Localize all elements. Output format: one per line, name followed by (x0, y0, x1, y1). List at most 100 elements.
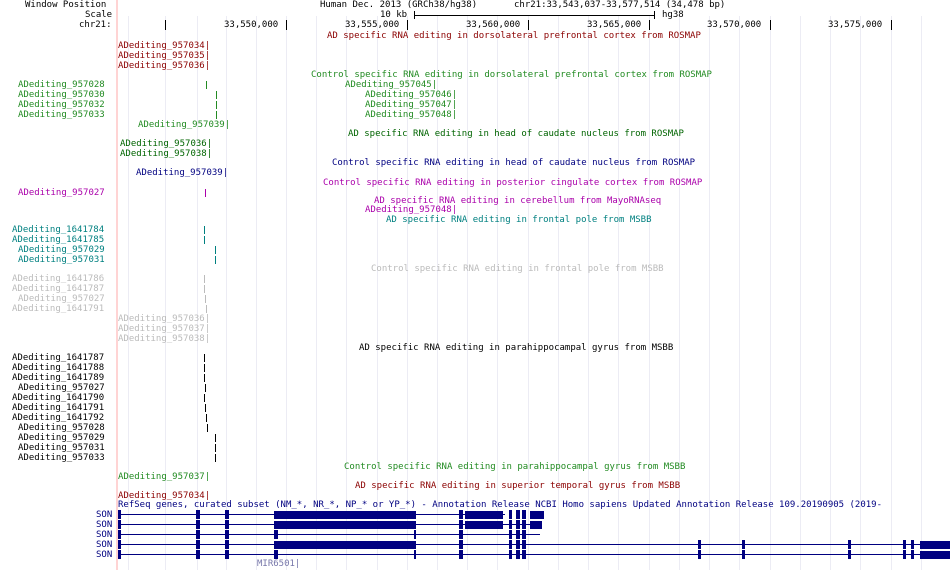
gene-exon[interactable] (516, 540, 520, 549)
gene-label[interactable]: SON (96, 550, 112, 560)
gene-exon[interactable] (920, 551, 950, 559)
gene-exon[interactable] (903, 540, 906, 549)
track-title-ctrl-frontal[interactable]: Control specific RNA editing in frontal … (371, 264, 664, 274)
editing-feature-mark[interactable] (204, 285, 205, 293)
gene-exon[interactable] (225, 530, 229, 539)
gene-exon[interactable] (118, 530, 121, 539)
editing-feature-mark[interactable] (205, 189, 206, 197)
editing-feature-label[interactable]: ADediting_1641791 (12, 403, 104, 413)
editing-feature-label[interactable]: ADediting_957027 (18, 383, 105, 393)
editing-feature-mark[interactable] (204, 394, 205, 402)
editing-feature-mark[interactable] (204, 226, 205, 234)
gene-exon[interactable] (742, 540, 745, 549)
editing-feature-label[interactable]: ADediting_957047| (365, 100, 457, 110)
editing-feature-label[interactable]: ADediting_957048| (365, 205, 457, 215)
editing-feature-mark[interactable] (216, 111, 217, 119)
editing-feature-label[interactable]: ADediting_957039| (138, 120, 230, 130)
editing-feature-label[interactable]: ADediting_957029 (18, 245, 105, 255)
editing-feature-mark[interactable] (205, 295, 206, 303)
editing-feature-mark[interactable] (215, 256, 216, 264)
gene-exon[interactable] (459, 550, 463, 559)
gene-exon[interactable] (522, 550, 526, 559)
editing-feature-label[interactable]: ADediting_957045| (345, 80, 437, 90)
track-title-ad-stg[interactable]: AD specific RNA editing in superior temp… (355, 481, 680, 491)
editing-feature-label[interactable]: ADediting_1641784 (12, 225, 104, 235)
gene-exon[interactable] (903, 550, 906, 559)
gene-exon[interactable] (225, 540, 229, 549)
editing-feature-mark[interactable] (207, 424, 208, 432)
editing-feature-label[interactable]: ADediting_1641790 (12, 393, 104, 403)
editing-feature-label[interactable]: ADediting_957033 (18, 110, 105, 120)
gene-exon[interactable] (516, 510, 520, 519)
gene-exon[interactable] (274, 521, 416, 529)
editing-feature-label[interactable]: ADediting_957037| (118, 472, 210, 482)
gene-exon[interactable] (196, 510, 200, 519)
track-title-ctrl-parahip[interactable]: Control specific RNA editing in parahipp… (344, 462, 685, 472)
gene-label[interactable]: SON (96, 520, 112, 530)
gene-exon[interactable] (848, 550, 851, 559)
editing-feature-label[interactable]: ADediting_957035| (118, 51, 210, 61)
editing-feature-mark[interactable] (215, 444, 216, 452)
gene-exon[interactable] (509, 540, 512, 549)
gene-exon[interactable] (516, 520, 520, 529)
editing-feature-mark[interactable] (206, 81, 207, 89)
gene-exon[interactable] (459, 530, 463, 539)
gene-exon[interactable] (196, 550, 200, 559)
gene-exon[interactable] (118, 510, 121, 519)
editing-feature-mark[interactable] (206, 414, 207, 422)
gene-exon[interactable] (274, 530, 278, 539)
editing-feature-label[interactable]: ADediting_1641791 (12, 304, 104, 314)
editing-feature-label[interactable]: ADediting_1641788 (12, 363, 104, 373)
editing-feature-mark[interactable] (216, 91, 217, 99)
gene-exon[interactable] (459, 540, 463, 549)
gene-label[interactable]: SON (96, 540, 112, 550)
gene-exon[interactable] (118, 520, 121, 529)
gene-exon[interactable] (698, 550, 701, 559)
track-title-ad-dlpfc[interactable]: AD specific RNA editing in dorsolateral … (327, 31, 701, 41)
gene-label[interactable]: SON (96, 510, 112, 520)
editing-feature-mark[interactable] (205, 384, 206, 392)
gene-exon[interactable] (522, 520, 526, 529)
gene-exon[interactable] (742, 550, 745, 559)
gene-exon[interactable] (920, 541, 950, 549)
editing-feature-label[interactable]: ADediting_957031 (18, 443, 105, 453)
editing-feature-label[interactable]: ADediting_1641787 (12, 284, 104, 294)
editing-feature-label[interactable]: ADediting_957034| (118, 41, 210, 51)
gene-intron-line[interactable] (118, 544, 950, 545)
gene-exon[interactable] (459, 520, 463, 529)
gene-exon[interactable] (196, 530, 200, 539)
track-title-ctrl-dlpfc[interactable]: Control specific RNA editing in dorsolat… (311, 70, 712, 80)
editing-feature-label[interactable]: ADediting_957029 (18, 433, 105, 443)
gene-exon[interactable] (698, 540, 701, 549)
gene-exon[interactable] (509, 550, 512, 559)
mirna-label[interactable]: MIR6501| (257, 559, 300, 569)
track-title-ad-frontal[interactable]: AD specific RNA editing in frontal pole … (386, 215, 652, 225)
gene-exon[interactable] (911, 540, 914, 549)
editing-feature-label[interactable]: ADediting_1641787 (12, 353, 104, 363)
editing-feature-label[interactable]: ADediting_1641789 (12, 373, 104, 383)
track-title-ad-caudate[interactable]: AD specific RNA editing in head of cauda… (348, 129, 684, 139)
gene-exon[interactable] (274, 541, 416, 549)
gene-exon[interactable] (509, 530, 512, 539)
editing-feature-label[interactable]: ADediting_957028 (18, 423, 105, 433)
gene-intron-line[interactable] (118, 534, 540, 535)
editing-feature-label[interactable]: ADediting_1641786 (12, 274, 104, 284)
gene-exon[interactable] (516, 550, 520, 559)
editing-feature-mark[interactable] (204, 236, 205, 244)
gene-exon[interactable] (530, 521, 542, 529)
editing-feature-mark[interactable] (215, 434, 216, 442)
editing-feature-label[interactable]: ADediting_957048| (365, 110, 457, 120)
editing-feature-label[interactable]: ADediting_957030 (18, 90, 105, 100)
gene-exon[interactable] (118, 540, 121, 549)
gene-exon[interactable] (274, 511, 416, 519)
track-title-ad-parahip[interactable]: AD specific RNA editing in parahippocamp… (359, 343, 673, 353)
editing-feature-label[interactable]: ADediting_1641792 (12, 413, 104, 423)
editing-feature-label[interactable]: ADediting_957046| (365, 90, 457, 100)
gene-exon[interactable] (225, 520, 229, 529)
editing-feature-mark[interactable] (204, 374, 205, 382)
gene-exon[interactable] (516, 530, 520, 539)
editing-feature-label[interactable]: ADediting_957034| (118, 491, 210, 501)
editing-feature-mark[interactable] (204, 354, 205, 362)
gene-exon[interactable] (225, 510, 229, 519)
editing-feature-label[interactable]: ADediting_957027 (18, 188, 105, 198)
